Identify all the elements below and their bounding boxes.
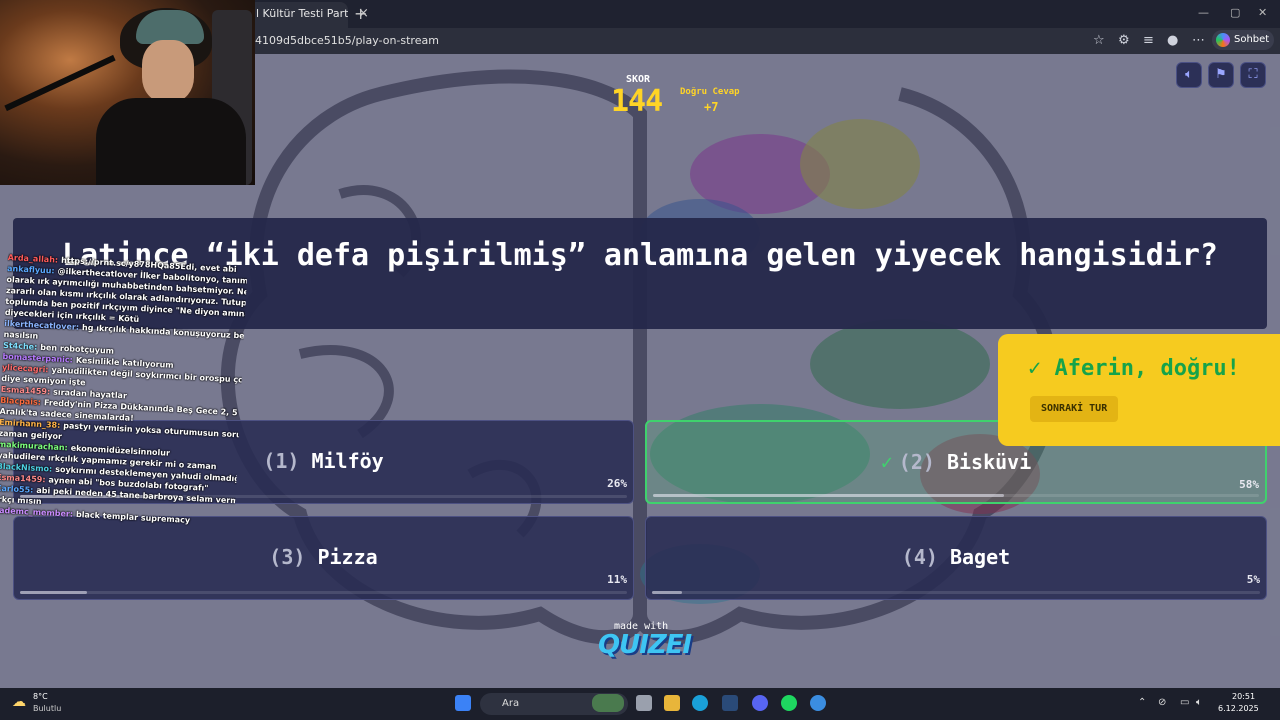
check-icon: ✓ [880,450,893,474]
next-round-button[interactable]: SONRAKİ TUR [1030,396,1119,422]
report-button[interactable]: ⚑ [1208,62,1234,88]
discord-icon[interactable] [752,695,768,711]
answer-label: Baget [949,545,1011,569]
extensions-icon[interactable]: ⚙ [1118,33,1130,48]
tray-chevron-icon[interactable]: ⌃ [1138,697,1146,708]
answer-progress-fill [652,591,683,594]
new-tab-button[interactable]: + [354,4,367,23]
answer-label: Bisküvi [946,450,1032,474]
chat-username: St4che: [2,340,38,352]
streamer-body [96,98,246,185]
answer-option-4[interactable]: (4) Baget 5% [645,516,1267,600]
spotify-icon[interactable] [781,695,797,711]
answer-number: (2) [898,450,935,474]
sound-icon: 🔈︎ [1185,67,1193,82]
answer-number: (3) [269,545,306,569]
steam-icon[interactable] [722,695,738,711]
answer-number: (4) [901,545,938,569]
network-off-icon[interactable]: ⊘ [1158,697,1166,708]
browser-tab[interactable]: l Kültür Testi Part10 [248,2,348,28]
streamer-face [142,40,194,102]
more-icon[interactable]: ⋯ [1192,33,1205,48]
points-gained: +7 [704,100,719,114]
answer-progress-bar [20,591,627,594]
maximize-button[interactable]: ▢ [1230,6,1240,19]
fullscreen-icon: ⛶ [1248,67,1258,82]
favorites-icon[interactable]: ≡ [1143,33,1154,48]
answer-percent: 26% [607,477,627,490]
favorite-star-icon[interactable]: ☆ [1093,33,1105,48]
answer-progress-fill [20,591,87,594]
app-icon[interactable] [810,695,826,711]
streamer-beanie [136,10,204,44]
file-explorer-icon[interactable] [664,695,680,711]
webcam-overlay [0,0,255,185]
weather-temperature[interactable]: 8°C [33,692,48,701]
answer-label: Pizza [317,545,378,569]
windows-start-icon[interactable] [455,695,471,711]
url-text[interactable]: 4109d5dbce51b5/play-on-stream [255,34,439,47]
answer-label: Milföy [311,449,384,473]
feedback-popup: ✓ Aferin, doğru! SONRAKİ TUR [998,334,1280,446]
clock-date[interactable]: 6.12.2025 [1218,704,1259,713]
microphone-arm [4,54,116,112]
correct-answer-label: Doğru Cevap [680,87,740,97]
edge-browser-icon[interactable] [692,695,708,711]
volume-icon[interactable]: 🔈︎ [1196,697,1202,708]
sound-button[interactable]: 🔈︎ [1176,62,1202,88]
search-highlight-icon[interactable] [592,694,624,712]
score-value: 144 [611,84,663,119]
chat-username: zademc_member: [0,505,74,519]
stream-chat-overlay: Arda_allah: https://prnt.sc/y878HQa85Edi,… [0,252,248,594]
copilot-chat-button[interactable]: Sohbet et [1212,30,1274,65]
answer-percent: 11% [607,573,627,586]
chat-text: nasılsın [3,329,39,341]
flag-icon: ⚑ [1215,67,1227,82]
feedback-title: ✓ Aferin, doğru! [1028,356,1240,381]
clock-time[interactable]: 20:51 [1232,692,1255,701]
cloud-icon[interactable]: ☁ [12,694,26,710]
copilot-icon [1216,33,1230,47]
answer-percent: 5% [1246,573,1260,586]
answer-progress-bar [653,494,1259,497]
quizei-logo[interactable]: QUIZEI [598,630,692,660]
weather-status[interactable]: Bulutlu [33,704,61,713]
profile-icon[interactable]: ● [1167,33,1178,48]
answer-number: (1) [263,449,300,473]
answer-progress-bar [652,591,1260,594]
task-view-icon[interactable] [636,695,652,711]
fullscreen-button[interactable]: ⛶ [1240,62,1266,88]
close-window-button[interactable]: ✕ [1258,6,1267,19]
answer-progress-fill [653,494,1005,497]
answer-percent: 58% [1239,478,1259,491]
chat-username: Carlo55: [0,483,34,495]
minimize-button[interactable]: — [1198,6,1209,19]
display-icon[interactable]: ▭ [1180,697,1189,708]
